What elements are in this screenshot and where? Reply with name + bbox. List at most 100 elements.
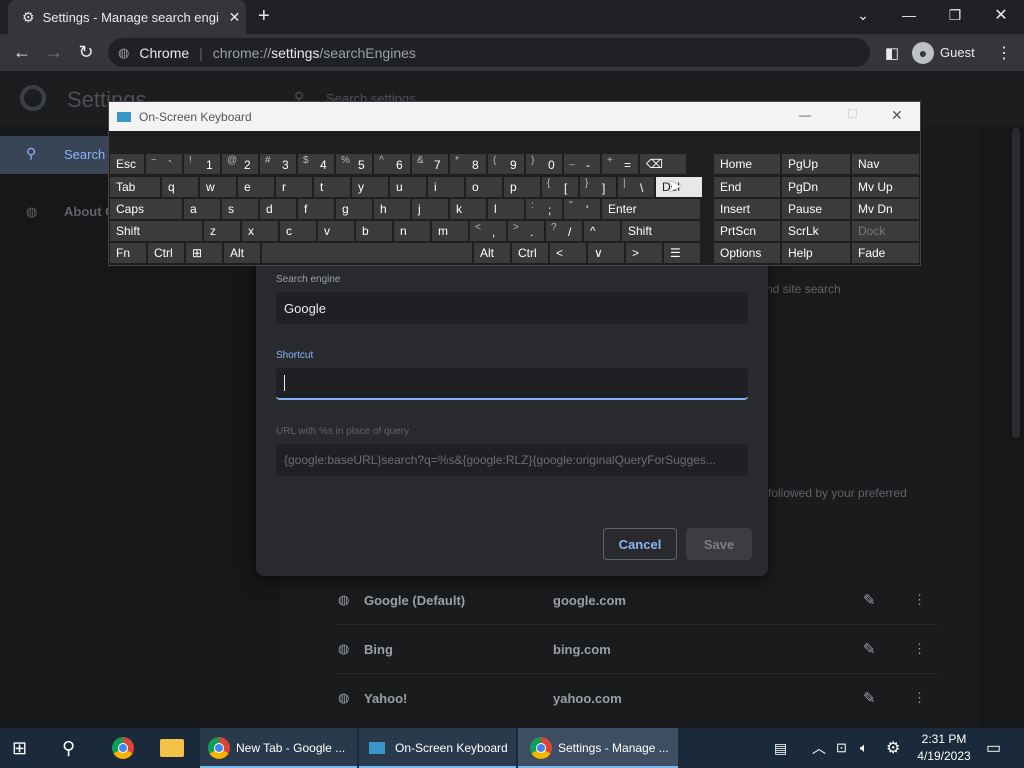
osk-key[interactable]: " ' — [563, 198, 601, 220]
edit-pencil-icon[interactable]: ✎ — [863, 689, 913, 707]
osk-key[interactable]: a — [183, 198, 221, 220]
osk-nav-key[interactable]: Pause — [781, 198, 851, 220]
taskbar-item-new-tab[interactable]: New Tab - Google ... — [200, 728, 357, 768]
restore-button[interactable]: ❐ — [932, 0, 978, 30]
file-explorer-icon[interactable] — [160, 728, 184, 768]
osk-key[interactable]: Ctrl — [511, 242, 549, 264]
osk-key[interactable] — [261, 242, 473, 264]
osk-key[interactable]: ) 0 — [525, 153, 563, 175]
osk-key[interactable]: ☰ — [663, 242, 701, 264]
osk-key[interactable]: <, — [469, 220, 507, 242]
osk-key[interactable]: n — [393, 220, 431, 242]
osk-key[interactable]: ^ — [583, 220, 621, 242]
osk-nav-key[interactable]: Home — [713, 153, 781, 175]
osk-nav-key[interactable]: Mv Dn — [851, 198, 920, 220]
osk-nav-key[interactable]: Help — [781, 242, 851, 264]
osk-key[interactable]: * 8 — [449, 153, 487, 175]
save-button[interactable]: Save — [686, 528, 752, 560]
taskbar-item-settings[interactable]: Settings - Manage ... — [518, 728, 678, 768]
more-actions-icon[interactable]: ⋮ — [913, 690, 926, 706]
osk-key[interactable]: @2 — [221, 153, 259, 175]
osk-key[interactable]: Tab — [109, 176, 161, 198]
osk-nav-key[interactable]: Options — [713, 242, 781, 264]
osk-key[interactable]: k — [449, 198, 487, 220]
osk-key[interactable]: Enter — [601, 198, 701, 220]
osk-key[interactable]: q — [161, 176, 199, 198]
sidebar-item-about[interactable]: About C — [64, 204, 115, 219]
osk-key[interactable]: % 5 — [335, 153, 373, 175]
osk-key[interactable]: | \ — [617, 176, 655, 198]
osk-key[interactable]: }] — [579, 176, 617, 198]
osk-key[interactable]: $4 — [297, 153, 335, 175]
osk-key[interactable]: :; — [525, 198, 563, 220]
back-arrow-icon[interactable]: ← — [6, 34, 38, 71]
windows-start-icon[interactable]: ⊞ — [12, 728, 27, 768]
osk-key[interactable]: e — [237, 176, 275, 198]
profile-button[interactable]: ● Guest — [912, 38, 975, 67]
osk-key[interactable]: Fn — [109, 242, 147, 264]
osk-key[interactable]: w — [199, 176, 237, 198]
page-scrollbar[interactable] — [1012, 128, 1020, 438]
osk-key[interactable]: c — [279, 220, 317, 242]
osk-key[interactable]: ∨ — [587, 242, 625, 264]
osk-key[interactable]: + = — [601, 153, 639, 175]
taskbar-item-osk[interactable]: On-Screen Keyboard — [359, 728, 516, 768]
osk-nav-key[interactable]: Dock — [851, 220, 920, 242]
side-panel-icon[interactable]: ◧ — [876, 34, 908, 71]
osk-key[interactable]: b — [355, 220, 393, 242]
osk-close-button[interactable]: ✕ — [891, 107, 903, 124]
clock-time[interactable]: 2:31 PM — [916, 732, 972, 746]
osk-key[interactable]: >. — [507, 220, 545, 242]
osk-nav-key[interactable]: End — [713, 176, 781, 198]
osk-nav-key[interactable]: Fade — [851, 242, 920, 264]
osk-key[interactable]: d — [259, 198, 297, 220]
notifications-icon[interactable]: ▭ — [986, 728, 1001, 768]
osk-key[interactable]: Esc — [109, 153, 145, 175]
reload-icon[interactable]: ↻ — [70, 34, 102, 71]
osk-title-bar[interactable]: On-Screen Keyboard — ☐ ✕ — [109, 102, 920, 131]
osk-key[interactable]: Shift — [621, 220, 701, 242]
forward-arrow-icon[interactable]: → — [38, 34, 70, 71]
search-icon[interactable]: ⚲ — [62, 728, 75, 768]
osk-key[interactable]: ! 1 — [183, 153, 221, 175]
osk-key[interactable]: g — [335, 198, 373, 220]
osk-key[interactable]: t — [313, 176, 351, 198]
volume-muted-icon[interactable]: 🔈︎ — [860, 728, 868, 768]
more-actions-icon[interactable]: ⋮ — [913, 592, 926, 608]
osk-key[interactable]: < — [549, 242, 587, 264]
chevron-up-icon[interactable]: ︿ — [812, 728, 826, 768]
tab-search-icon[interactable]: ⌄ — [840, 0, 886, 30]
chrome-taskbar-icon[interactable] — [112, 728, 134, 768]
osk-key[interactable]: ~ ` — [145, 153, 183, 175]
osk-key[interactable]: l — [487, 198, 525, 220]
osk-key[interactable]: j — [411, 198, 449, 220]
menu-kebab-icon[interactable]: ⋮ — [988, 34, 1020, 71]
osk-key[interactable]: ? / — [545, 220, 583, 242]
osk-key[interactable]: h — [373, 198, 411, 220]
osk-key[interactable]: Ctrl — [147, 242, 185, 264]
browser-tab-settings[interactable]: ⚙ Settings - Manage search engine ✕ — [8, 0, 246, 34]
osk-nav-key[interactable]: Mv Up — [851, 176, 920, 198]
osk-key[interactable]: _ - — [563, 153, 601, 175]
osk-key[interactable]: u — [389, 176, 427, 198]
clock-date[interactable]: 4/19/2023 — [912, 749, 976, 763]
url-field[interactable]: {google:baseURL}search?q=%s&{google:RLZ}… — [276, 444, 748, 476]
search-engine-field[interactable]: Google — [276, 292, 748, 324]
osk-key[interactable]: ^ 6 — [373, 153, 411, 175]
osk-key[interactable]: r — [275, 176, 313, 198]
osk-nav-key[interactable]: ScrLk — [781, 220, 851, 242]
cancel-button[interactable]: Cancel — [603, 528, 677, 560]
shortcut-field[interactable] — [276, 368, 748, 400]
minimize-button[interactable]: — — [886, 0, 932, 30]
osk-key[interactable]: Shift — [109, 220, 203, 242]
osk-key[interactable]: {[ — [541, 176, 579, 198]
osk-key[interactable]: p — [503, 176, 541, 198]
notes-icon[interactable]: ▤ — [774, 728, 787, 768]
close-window-button[interactable]: ✕ — [978, 0, 1024, 30]
osk-maximize-button[interactable]: ☐ — [847, 107, 858, 121]
osk-key[interactable]: (9 — [487, 153, 525, 175]
osk-nav-key[interactable]: PgDn — [781, 176, 851, 198]
osk-key[interactable]: ⊞ — [185, 242, 223, 264]
osk-minimize-button[interactable]: — — [799, 108, 811, 122]
osk-key[interactable]: i — [427, 176, 465, 198]
